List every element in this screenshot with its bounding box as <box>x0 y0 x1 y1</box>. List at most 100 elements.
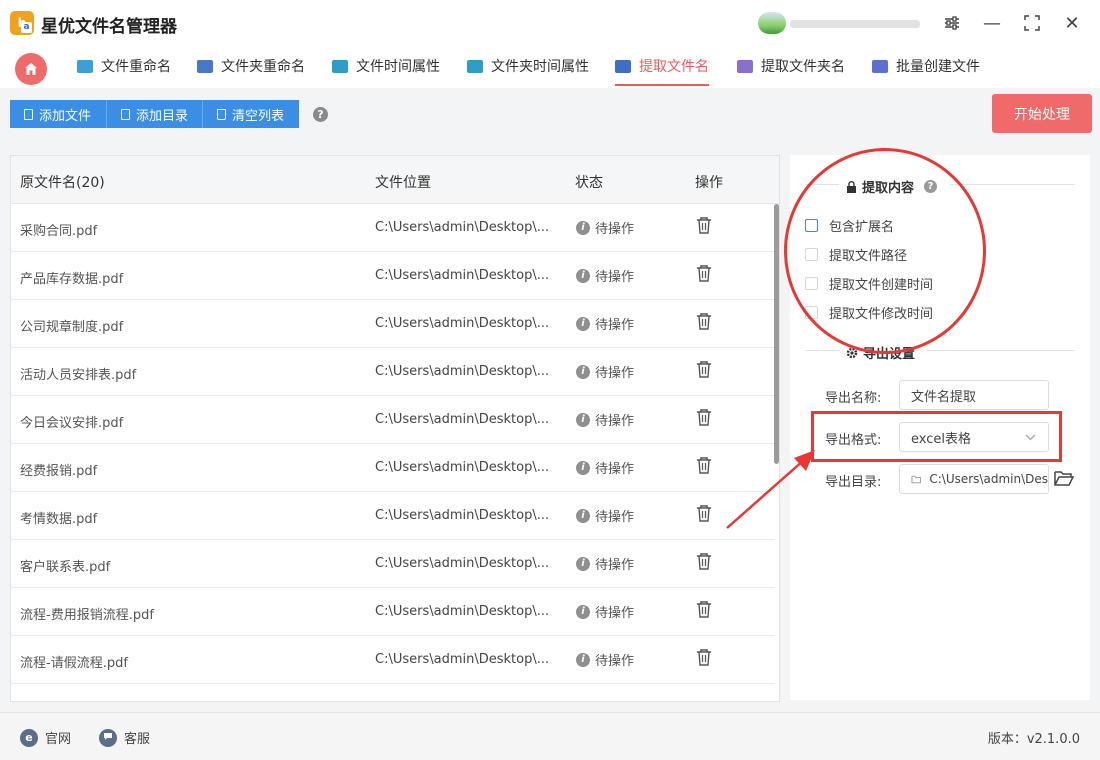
tab-extract-foldername[interactable]: 提取文件夹名 <box>737 46 845 86</box>
batch-create-icon <box>872 59 888 73</box>
info-icon: i <box>576 652 590 667</box>
table-row[interactable]: 客户联系表.pdf C:\Users\admin\Desktop\... i 待操作 <box>11 540 775 588</box>
tab-folder-rename[interactable]: 文件夹重命名 <box>197 46 305 86</box>
table-row[interactable]: 经费报销.pdf C:\Users\admin\Desktop\... i 待操作 <box>11 444 775 492</box>
add-file-button[interactable]: 添加文件 <box>10 100 107 128</box>
file-status: i 待操作 <box>576 218 634 237</box>
file-time-icon <box>332 59 348 73</box>
delete-icon[interactable] <box>696 408 712 430</box>
header-status: 状态 <box>575 175 603 191</box>
file-rename-icon <box>77 59 93 73</box>
folder-rename-icon <box>197 59 213 73</box>
file-name: 流程-请假流程.pdf <box>20 656 128 671</box>
info-icon: i <box>576 460 590 475</box>
info-icon: i <box>576 604 590 619</box>
file-name: 流程-费用报销流程.pdf <box>20 608 154 623</box>
file-status: i 待操作 <box>576 458 634 477</box>
ie-icon: e <box>20 728 38 747</box>
annotation-arrow <box>726 450 815 529</box>
delete-icon[interactable] <box>696 648 712 670</box>
table-row[interactable]: 考情数据.pdf C:\Users\admin\Desktop\... i 待操作 <box>11 492 775 540</box>
file-location: C:\Users\admin\Desktop\... <box>375 220 550 235</box>
file-location: C:\Users\admin\Desktop\... <box>375 508 550 523</box>
user-avatar[interactable] <box>758 12 786 34</box>
home-button[interactable] <box>15 53 47 85</box>
user-name-blurred <box>790 20 920 28</box>
tab-batch-create[interactable]: 批量创建文件 <box>872 46 980 86</box>
file-location: C:\Users\admin\Desktop\... <box>375 412 550 427</box>
maximize-button[interactable] <box>1021 12 1043 34</box>
header-name: 原文件名(20) <box>20 175 105 191</box>
file-name: 客户联系表.pdf <box>20 560 111 575</box>
file-location: C:\Users\admin\Desktop\... <box>375 604 550 619</box>
add-dir-button[interactable]: 添加目录 <box>107 100 203 128</box>
tab-file-time[interactable]: 文件时间属性 <box>332 46 440 86</box>
info-icon: i <box>576 268 590 283</box>
header-location: 文件位置 <box>375 175 431 191</box>
file-icon <box>24 108 33 120</box>
tab-extract-filename[interactable]: 提取文件名 <box>615 46 709 86</box>
export-dir-label: 导出目录: <box>825 475 882 490</box>
info-icon: i <box>576 412 590 427</box>
info-icon: i <box>576 364 590 379</box>
delete-icon[interactable] <box>696 552 712 574</box>
table-row[interactable]: 流程-费用报销流程.pdf C:\Users\admin\Desktop\... i… <box>11 588 775 636</box>
folder-time-icon <box>467 59 483 73</box>
file-status: i 待操作 <box>576 410 634 429</box>
info-icon: i <box>576 316 590 331</box>
trash-icon <box>217 108 226 120</box>
file-location: C:\Users\admin\Desktop\... <box>375 556 550 571</box>
file-status: i 待操作 <box>576 266 634 285</box>
toolbar: 添加文件 添加目录 清空列表 <box>10 100 299 128</box>
table-scrollbar[interactable] <box>774 204 779 464</box>
website-link[interactable]: e 官网 <box>20 728 71 747</box>
file-icon <box>121 108 130 120</box>
file-status: i 待操作 <box>576 650 634 669</box>
file-location: C:\Users\admin\Desktop\... <box>375 316 550 331</box>
delete-icon[interactable] <box>696 456 712 478</box>
divider <box>926 350 1075 351</box>
close-button[interactable]: ✕ <box>1061 12 1083 34</box>
divider <box>950 184 1075 185</box>
table-row[interactable]: 公司规章制度.pdf C:\Users\admin\Desktop\... i 待操作 <box>11 300 775 348</box>
file-location: C:\Users\admin\Desktop\... <box>375 364 550 379</box>
table-row[interactable]: 采购合同.pdf C:\Users\admin\Desktop\... i 待操作 <box>11 204 775 252</box>
export-name-label: 导出名称: <box>825 391 882 406</box>
file-status: i 待操作 <box>576 602 634 621</box>
info-icon: i <box>576 508 590 523</box>
delete-icon[interactable] <box>696 264 712 286</box>
delete-icon[interactable] <box>696 600 712 622</box>
file-status: i 待操作 <box>576 506 634 525</box>
file-status: i 待操作 <box>576 554 634 573</box>
delete-icon[interactable] <box>696 216 712 238</box>
table-header: 原文件名(20) 文件位置 状态 操作 <box>11 156 779 204</box>
help-icon[interactable]: ? <box>313 107 328 122</box>
tab-folder-time[interactable]: 文件夹时间属性 <box>467 46 589 86</box>
export-name-input[interactable]: 文件名提取 <box>899 380 1049 410</box>
home-icon <box>25 63 37 75</box>
table-row[interactable]: 流程-请假流程.pdf C:\Users\admin\Desktop\... i 待操… <box>11 636 775 684</box>
header-action: 操作 <box>695 175 723 191</box>
app-logo-icon: ba <box>10 11 34 35</box>
export-dir-input[interactable]: C:\Users\admin\Des <box>899 464 1049 494</box>
table-row[interactable]: 活动人员安排表.pdf C:\Users\admin\Desktop\... i 待操… <box>11 348 775 396</box>
delete-icon[interactable] <box>696 504 712 526</box>
file-name: 经费报销.pdf <box>20 464 98 479</box>
annotation-rectangle <box>811 411 1062 462</box>
settings-icon[interactable] <box>941 12 963 34</box>
start-button[interactable]: 开始处理 <box>992 94 1092 133</box>
open-folder-icon[interactable] <box>1054 470 1075 491</box>
info-icon: i <box>576 220 590 235</box>
file-name: 考情数据.pdf <box>20 512 98 527</box>
service-link[interactable]: 客服 <box>99 728 150 747</box>
info-icon: i <box>576 556 590 571</box>
delete-icon[interactable] <box>696 312 712 334</box>
file-location: C:\Users\admin\Desktop\... <box>375 652 550 667</box>
delete-icon[interactable] <box>696 360 712 382</box>
table-row[interactable]: 今日会议安排.pdf C:\Users\admin\Desktop\... i 待操作 <box>11 396 775 444</box>
clear-list-button[interactable]: 清空列表 <box>203 100 299 128</box>
tab-file-rename[interactable]: 文件重命名 <box>77 46 171 86</box>
minimize-button[interactable]: — <box>981 12 1003 34</box>
annotation-ellipse <box>784 148 986 354</box>
table-row[interactable]: 产品库存数据.pdf C:\Users\admin\Desktop\... i 待操作 <box>11 252 775 300</box>
